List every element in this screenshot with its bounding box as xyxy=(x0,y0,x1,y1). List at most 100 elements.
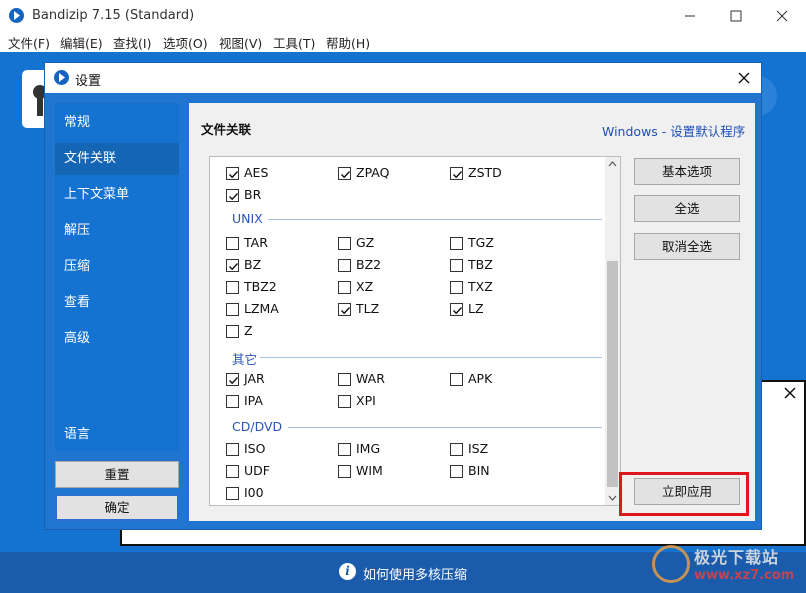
checkbox-label-iso: ISO xyxy=(244,441,266,456)
checkbox-tgz[interactable] xyxy=(450,237,463,250)
checkbox-txz[interactable] xyxy=(450,281,463,294)
popup-close-icon[interactable] xyxy=(782,385,798,401)
checkbox-z[interactable] xyxy=(226,325,239,338)
nav-advanced[interactable]: 高级 xyxy=(55,323,179,355)
menu-view[interactable]: 视图(V) xyxy=(219,33,262,52)
checkbox-bin[interactable] xyxy=(450,465,463,478)
nav-extract[interactable]: 解压 xyxy=(55,215,179,247)
checkbox-aes[interactable] xyxy=(226,167,239,180)
menu-options[interactable]: 选项(O) xyxy=(163,33,208,52)
checkbox-bz2[interactable] xyxy=(338,259,351,272)
checkbox-tbz2[interactable] xyxy=(226,281,239,294)
checkbox-ipa[interactable] xyxy=(226,395,239,408)
section-title: 文件关联 xyxy=(201,122,252,137)
checkbox-lz[interactable] xyxy=(450,303,463,316)
checkbox-udf[interactable] xyxy=(226,465,239,478)
checkbox-jar[interactable] xyxy=(226,373,239,386)
checkbox-label-tgz: TGZ xyxy=(468,235,494,250)
group-divider xyxy=(288,427,602,428)
multicore-tip-link[interactable]: 如何使用多核压缩 xyxy=(363,564,467,583)
checkbox-label-ipa: IPA xyxy=(244,393,263,408)
checkbox-label-isz: ISZ xyxy=(468,441,489,456)
nav-file-association[interactable]: 文件关联 xyxy=(55,143,179,175)
checkbox-label-tlz: TLZ xyxy=(356,301,380,316)
group-label-cddvd: CD/DVD xyxy=(232,419,283,434)
checkbox-label-xpi: XPI xyxy=(356,393,376,408)
watermark-logo xyxy=(652,545,690,583)
checkbox-label-zstd: ZSTD xyxy=(468,165,502,180)
checkbox-zpaq[interactable] xyxy=(338,167,351,180)
dialog-title-bar: 设置 xyxy=(45,63,761,93)
checkbox-label-bz2: BZ2 xyxy=(356,257,382,272)
checkbox-bz[interactable] xyxy=(226,259,239,272)
settings-dialog: 设置 常规 文件关联 上下文菜单 解压 压缩 查看 高级 语言 重置 确定 文件… xyxy=(44,62,762,530)
checkbox-tlz[interactable] xyxy=(338,303,351,316)
checkbox-label-img: IMG xyxy=(356,441,381,456)
scroll-thumb[interactable] xyxy=(607,261,618,487)
title-bar: Bandizip 7.15 (Standard) xyxy=(0,0,806,32)
watermark-url: www.xz7.com xyxy=(694,568,795,583)
menu-find[interactable]: 查找(I) xyxy=(113,33,151,52)
group-divider xyxy=(268,219,602,220)
checkbox-war[interactable] xyxy=(338,373,351,386)
scroll-down-icon[interactable] xyxy=(605,491,620,505)
checkbox-label-tar: TAR xyxy=(244,235,268,250)
checkbox-label-lzma: LZMA xyxy=(244,301,279,316)
dialog-close-icon[interactable] xyxy=(735,69,753,87)
checkbox-label-aes: AES xyxy=(244,165,269,180)
checkbox-iso[interactable] xyxy=(226,443,239,456)
basic-options-button[interactable]: 基本选项 xyxy=(634,158,740,185)
checkbox-label-txz: TXZ xyxy=(468,279,493,294)
close-button[interactable] xyxy=(759,0,805,32)
ok-button[interactable]: 确定 xyxy=(55,494,179,521)
minimize-button[interactable] xyxy=(667,0,713,32)
nav-language[interactable]: 语言 xyxy=(55,419,179,451)
select-all-button[interactable]: 全选 xyxy=(634,195,740,222)
nav-general[interactable]: 常规 xyxy=(55,107,179,139)
settings-content: 文件关联 Windows - 设置默认程序 UNIX 其它 CD/DVD AES… xyxy=(189,103,755,521)
nav-compress[interactable]: 压缩 xyxy=(55,251,179,283)
group-label-other: 其它 xyxy=(232,352,258,367)
checkbox-label-jar: JAR xyxy=(244,371,265,386)
checkbox-label-tbz2: TBZ2 xyxy=(244,279,277,294)
group-label-unix: UNIX xyxy=(232,211,263,226)
group-divider xyxy=(260,357,602,358)
checkbox-label-i00: I00 xyxy=(244,485,264,500)
menu-edit[interactable]: 编辑(E) xyxy=(60,33,103,52)
checkbox-img[interactable] xyxy=(338,443,351,456)
checkbox-label-tbz: TBZ xyxy=(468,257,493,272)
dialog-title: 设置 xyxy=(75,74,102,89)
checkbox-label-bz: BZ xyxy=(244,257,262,272)
bandizip-logo-icon xyxy=(9,8,24,23)
checkbox-tar[interactable] xyxy=(226,237,239,250)
checkbox-wim[interactable] xyxy=(338,465,351,478)
list-scrollbar[interactable] xyxy=(605,157,620,505)
menu-help[interactable]: 帮助(H) xyxy=(326,33,370,52)
reset-button[interactable]: 重置 xyxy=(55,461,179,488)
checkbox-label-gz: GZ xyxy=(356,235,375,250)
checkbox-label-zpaq: ZPAQ xyxy=(356,165,390,180)
checkbox-apk[interactable] xyxy=(450,373,463,386)
file-type-list[interactable]: UNIX 其它 CD/DVD AES ZPAQ ZSTD BR TAR GZ TGZ BZ BZ… xyxy=(209,156,621,506)
checkbox-tbz[interactable] xyxy=(450,259,463,272)
windows-default-programs-link[interactable]: Windows - 设置默认程序 xyxy=(602,121,745,140)
nav-context-menu[interactable]: 上下文菜单 xyxy=(55,179,179,211)
menu-file[interactable]: 文件(F) xyxy=(8,33,50,52)
checkbox-i00[interactable] xyxy=(226,487,239,500)
maximize-button[interactable] xyxy=(713,0,759,32)
checkbox-gz[interactable] xyxy=(338,237,351,250)
deselect-all-button[interactable]: 取消全选 xyxy=(634,233,740,260)
checkbox-label-br: BR xyxy=(244,187,262,202)
checkbox-isz[interactable] xyxy=(450,443,463,456)
checkbox-xpi[interactable] xyxy=(338,395,351,408)
nav-view[interactable]: 查看 xyxy=(55,287,179,319)
checkbox-br[interactable] xyxy=(226,189,239,202)
menu-tools[interactable]: 工具(T) xyxy=(273,33,315,52)
checkbox-lzma[interactable] xyxy=(226,303,239,316)
checkbox-xz[interactable] xyxy=(338,281,351,294)
menu-bar: 文件(F) 编辑(E) 查找(I) 选项(O) 视图(V) 工具(T) 帮助(H… xyxy=(0,32,806,52)
checkbox-label-lz: LZ xyxy=(468,301,484,316)
checkbox-zstd[interactable] xyxy=(450,167,463,180)
scroll-up-icon[interactable] xyxy=(605,157,620,171)
checkbox-label-z: Z xyxy=(244,323,253,338)
